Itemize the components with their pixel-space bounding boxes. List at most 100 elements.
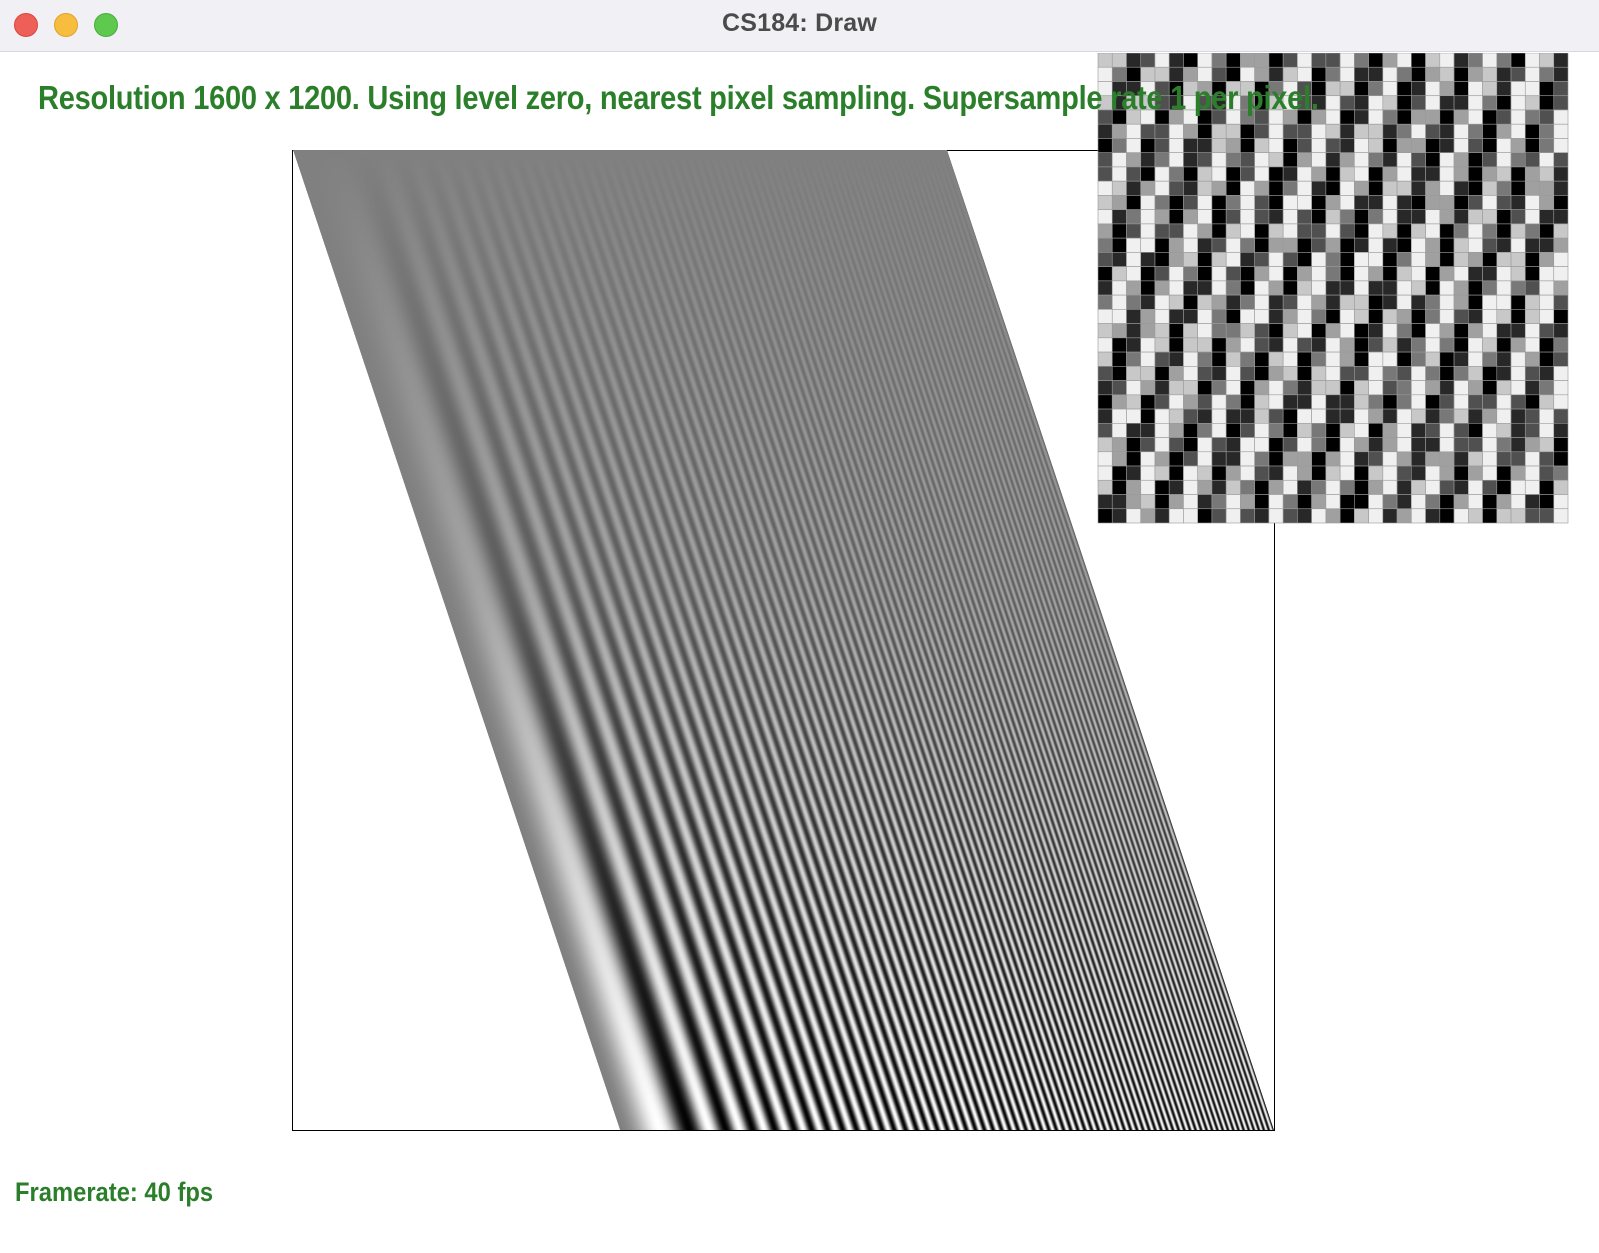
zoom-pixel (1325, 366, 1341, 381)
zoom-pixel (1240, 280, 1255, 296)
zoom-pixel (1225, 422, 1241, 438)
zoom-pixel (1411, 123, 1426, 139)
zoom-pixel (1354, 180, 1369, 196)
zoom-pixel (1354, 53, 1369, 68)
zoom-pixel (1368, 337, 1384, 353)
zoom-pixel (1539, 53, 1555, 68)
zoom-pixel (1468, 180, 1483, 196)
zoom-pixel (1553, 81, 1569, 97)
zoom-pixel (1197, 266, 1213, 282)
zoom-pixel (1154, 323, 1170, 339)
zoom-pixel (1183, 366, 1198, 381)
zoom-pixel (1425, 351, 1441, 367)
zoom-pixel (1354, 465, 1369, 481)
zoom-pixel (1282, 280, 1298, 296)
zoom-pixel (1140, 451, 1156, 467)
zoom-pixel (1439, 66, 1455, 82)
zoom-pixel (1453, 123, 1469, 139)
zoom-pixel (1368, 309, 1384, 324)
zoom-pixel (1439, 351, 1455, 367)
zoom-pixel (1453, 152, 1469, 168)
zoom-pixel (1140, 123, 1156, 139)
zoom-pixel (1368, 394, 1384, 410)
zoom-pixel (1311, 237, 1327, 253)
zoom-pixel (1339, 109, 1355, 125)
zoom-pixel (1282, 380, 1298, 396)
zoom-pixel (1126, 252, 1142, 267)
zoom-pixel (1197, 166, 1213, 182)
zoom-pixel (1482, 123, 1498, 139)
zoom-pixel (1140, 408, 1156, 424)
zoom-pixel (1325, 81, 1341, 97)
zoom-pixel (1168, 123, 1184, 139)
zoom-pixel (1439, 465, 1455, 481)
zoom-pixel (1225, 123, 1241, 139)
zoom-pixel (1097, 123, 1113, 139)
zoom-pixel (1396, 494, 1412, 510)
zoom-pixel (1183, 294, 1198, 310)
zoom-pixel (1439, 209, 1455, 225)
zoom-pixel (1183, 337, 1198, 353)
zoom-pixel (1482, 95, 1498, 111)
zoom-pixel (1524, 123, 1540, 139)
zoom-pixel (1311, 366, 1327, 381)
zoom-pixel (1197, 280, 1213, 296)
zoom-pixel (1382, 508, 1398, 524)
zoom-pixel (1240, 209, 1255, 225)
zoom-pixel (1325, 138, 1341, 153)
zoom-pixel (1396, 252, 1412, 267)
zoom-pixel (1453, 337, 1469, 353)
zoom-pixel (1510, 408, 1526, 424)
zoom-pixel (1311, 494, 1327, 510)
zoom-pixel (1339, 209, 1355, 225)
zoom-pixel (1468, 195, 1483, 210)
zoom-pixel (1482, 351, 1498, 367)
zoom-pixel (1482, 109, 1498, 125)
zoom-pixel (1154, 408, 1170, 424)
zoom-pixel (1468, 351, 1483, 367)
zoom-pixel (1197, 366, 1213, 381)
zoom-pixel (1325, 323, 1341, 339)
zoom-pixel (1297, 380, 1312, 396)
draw-canvas[interactable]: Resolution 1600 x 1200. Using level zero… (0, 53, 1599, 1253)
zoom-pixel (1311, 337, 1327, 353)
zoom-pixel (1211, 180, 1227, 196)
zoom-pixel (1368, 266, 1384, 282)
zoom-pixel (1382, 266, 1398, 282)
zoom-pixel (1524, 508, 1540, 524)
zoom-pixel (1439, 437, 1455, 453)
zoom-pixel (1453, 266, 1469, 282)
zoom-pixel (1468, 309, 1483, 324)
zoom-pixel (1297, 152, 1312, 168)
zoom-pixel (1510, 66, 1526, 82)
zoom-pixel (1382, 465, 1398, 481)
zoom-pixel (1126, 53, 1142, 68)
zoom-pixel (1311, 180, 1327, 196)
zoom-pixel (1282, 294, 1298, 310)
zoom-pixel (1211, 465, 1227, 481)
zoom-pixel (1468, 380, 1483, 396)
zoom-pixel (1240, 53, 1255, 68)
zoom-pixel (1154, 451, 1170, 467)
zoom-pixel (1282, 394, 1298, 410)
zoom-pixel (1496, 380, 1512, 396)
zoom-pixel (1311, 266, 1327, 282)
zoom-pixel (1553, 309, 1569, 324)
zoom-pixel (1211, 451, 1227, 467)
zoom-pixel (1211, 408, 1227, 424)
zoom-pixel (1168, 479, 1184, 495)
zoom-pixel (1111, 152, 1127, 168)
zoom-pixel (1496, 166, 1512, 182)
zoom-pixel (1126, 180, 1142, 196)
zoom-pixel (1126, 294, 1142, 310)
zoom-pixel (1325, 309, 1341, 324)
title-bar[interactable]: CS184: Draw (0, 0, 1599, 52)
zoom-pixel (1339, 366, 1355, 381)
zoom-pixel (1297, 508, 1312, 524)
zoom-pixel (1539, 95, 1555, 111)
zoom-pixel (1225, 223, 1241, 239)
zoom-pixel (1411, 465, 1426, 481)
zoom-pixel (1411, 152, 1426, 168)
zoom-pixel (1111, 394, 1127, 410)
zoom-pixel (1524, 180, 1540, 196)
